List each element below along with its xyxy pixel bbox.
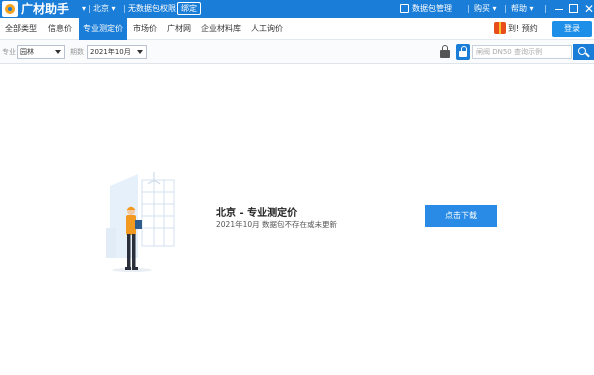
unlock-icon[interactable] [456,44,470,60]
divider [545,5,546,13]
data-package-icon[interactable] [400,4,409,13]
search-input[interactable] [472,45,572,59]
bind-button[interactable]: 绑定 [177,2,201,15]
promo-link[interactable]: 到! 预约 [508,18,538,40]
tab-manual-inquiry[interactable]: 人工询价 [248,18,286,40]
tab-guangcai-web[interactable]: 广材网 [164,18,194,40]
help-menu[interactable]: 帮助 ▾ [511,0,534,18]
data-package-manage-link[interactable]: 数据包管理 [412,0,452,18]
gift-icon[interactable] [494,22,506,34]
search-button[interactable] [573,44,594,60]
chevron-down-icon: ▾ [111,4,116,13]
category-tabs: 全部类型 信息价 专业测定价 市场价 广材网 企业材料库 人工询价 到! 预约 … [0,18,594,40]
help-label: 帮助 [511,4,527,13]
period-select[interactable]: 2021年10月 [87,45,147,59]
app-name: 广材助手 [21,2,70,16]
chevron-down-icon [55,50,61,54]
login-button[interactable]: 登录 [552,21,592,37]
maximize-icon[interactable] [569,4,578,13]
city-selector[interactable]: 北京 ▾ [93,0,116,18]
specialty-select[interactable]: 园林 [17,45,65,59]
tab-market-price[interactable]: 市场价 [130,18,160,40]
app-logo-icon [2,1,18,17]
title-bar: 广材助手 ▾ 北京 ▾ 无数据包权限 绑定 数据包管理 购买 ▾ 帮助 ▾ ✕ [0,0,594,18]
chevron-down-icon [137,50,143,54]
lock-icon[interactable] [440,45,450,59]
app-menu-caret-icon[interactable]: ▾ [82,0,86,18]
specialty-label: 专业 [2,48,16,56]
tab-enterprise-library[interactable]: 企业材料库 [198,18,244,40]
chevron-down-icon: ▾ [492,4,497,13]
city-label: 北京 [93,4,109,13]
minimize-icon[interactable] [555,9,563,10]
permission-status: 无数据包权限 [128,4,176,13]
empty-state-message: 2021年10月 数据包不存在或未更新 [216,220,338,229]
tab-professional-price[interactable]: 专业测定价 [79,18,127,40]
period-label: 期数 [70,48,84,56]
worker-illustration [106,172,175,272]
specialty-value: 园林 [20,48,34,56]
period-value: 2021年10月 [90,48,131,56]
tab-info-price[interactable]: 信息价 [44,18,76,40]
divider [468,5,469,13]
empty-state-title: 北京 - 专业测定价 [216,208,298,219]
tab-all-types[interactable]: 全部类型 [0,18,42,40]
close-icon[interactable]: ✕ [584,1,594,17]
buy-label: 购买 [474,4,490,13]
filter-bar: 专业 园林 期数 2021年10月 [0,40,594,64]
divider [505,5,506,13]
download-button[interactable]: 点击下载 [425,205,497,227]
buy-menu[interactable]: 购买 ▾ [474,0,497,18]
chevron-down-icon: ▾ [529,4,534,13]
divider [89,5,90,13]
divider [124,5,125,13]
